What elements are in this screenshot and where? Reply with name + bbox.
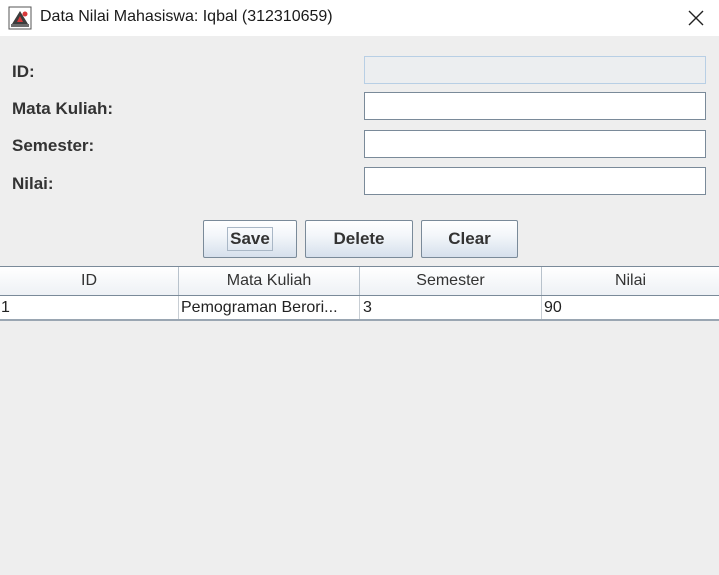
save-button-label: Save	[227, 227, 273, 251]
close-button[interactable]	[673, 0, 719, 36]
table-header: ID Mata Kuliah Semester Nilai	[0, 266, 719, 296]
cell-id[interactable]: 1	[0, 296, 179, 319]
cell-mata-kuliah[interactable]: Pemograman Berori...	[179, 296, 360, 319]
mata-kuliah-label: Mata Kuliah:	[12, 99, 114, 118]
delete-button-label: Delete	[333, 229, 385, 248]
save-button[interactable]: Save	[203, 220, 297, 258]
column-header-id[interactable]: ID	[0, 267, 179, 295]
clear-button-label: Clear	[448, 229, 491, 248]
nilai-field[interactable]	[364, 167, 706, 195]
clear-button[interactable]: Clear	[421, 220, 518, 258]
delete-button[interactable]: Delete	[305, 220, 413, 258]
mata-kuliah-field[interactable]	[364, 92, 706, 120]
column-header-semester[interactable]: Semester	[360, 267, 542, 295]
cell-semester[interactable]: 3	[360, 296, 542, 319]
id-field	[364, 56, 706, 84]
semester-field[interactable]	[364, 130, 706, 158]
close-icon	[688, 10, 704, 26]
main-panel: ID: Mata Kuliah: Semester: Nilai: Save D…	[0, 36, 719, 575]
column-header-nilai[interactable]: Nilai	[542, 267, 719, 295]
id-label: ID:	[12, 62, 35, 81]
table-row[interactable]: 1 Pemograman Berori... 3 90	[0, 296, 719, 321]
semester-label: Semester:	[12, 136, 95, 155]
column-header-mata-kuliah[interactable]: Mata Kuliah	[179, 267, 360, 295]
title-bar: Data Nilai Mahasiswa: Iqbal (312310659)	[0, 0, 719, 36]
java-app-icon	[8, 6, 32, 30]
cell-nilai[interactable]: 90	[542, 296, 719, 319]
window-title: Data Nilai Mahasiswa: Iqbal (312310659)	[40, 8, 333, 25]
nilai-label: Nilai:	[12, 174, 54, 193]
